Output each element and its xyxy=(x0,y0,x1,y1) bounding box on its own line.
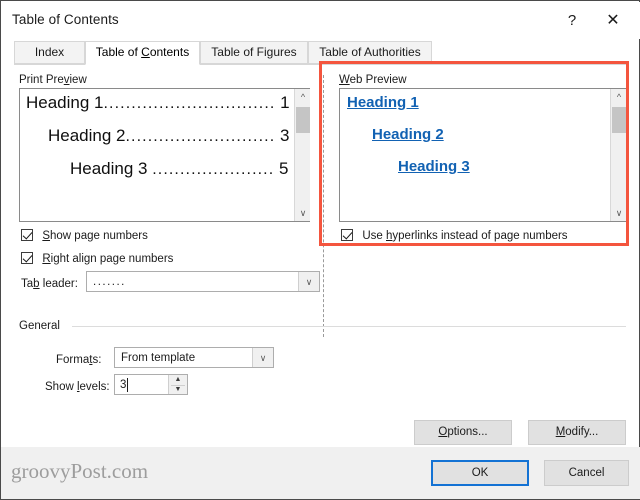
print-preview-label: Print Preview xyxy=(19,74,87,86)
options-button-label: Options... xyxy=(438,426,488,438)
tab-leader-select[interactable]: ....... ∨ xyxy=(86,271,320,292)
tab-leader-value: ....... xyxy=(93,276,126,288)
tab-strip: Index Table of Contents Table of Figures… xyxy=(14,41,628,65)
web-preview-link-2[interactable]: Heading 2 xyxy=(372,126,444,143)
modify-button-label: Modify... xyxy=(555,426,599,438)
checkbox-box[interactable] xyxy=(21,229,33,241)
web-preview-box: Heading 1 Heading 2 Heading 3 xyxy=(339,88,626,222)
web-preview-link-1[interactable]: Heading 1 xyxy=(347,94,419,111)
tab-table-of-contents[interactable]: Table of Contents xyxy=(85,41,200,65)
show-levels-stepper[interactable]: 3 ▲ ▼ xyxy=(114,374,188,395)
stepper-buttons[interactable]: ▲ ▼ xyxy=(168,375,187,394)
chevron-up-icon[interactable]: ^ xyxy=(295,89,311,105)
chevron-down-icon[interactable]: ∨ xyxy=(298,272,319,291)
print-preview-box: Heading 1...............................… xyxy=(19,88,310,222)
scrollbar-thumb[interactable] xyxy=(612,107,626,133)
right-align-page-numbers-label: Right align page numbers xyxy=(42,253,174,265)
show-levels-value: 3 xyxy=(120,379,127,391)
print-preview-line-1: Heading 1...............................… xyxy=(26,93,290,112)
show-page-numbers-checkbox[interactable]: Show page numbers xyxy=(21,228,148,242)
general-group-label: General xyxy=(19,320,60,332)
print-preview-scrollbar[interactable]: ^ ∨ xyxy=(294,89,310,221)
dialog-body: Print Preview Heading 1.................… xyxy=(14,65,628,448)
chevron-down-icon[interactable]: ∨ xyxy=(295,205,311,221)
tab-table-of-authorities[interactable]: Table of Authorities xyxy=(308,41,432,64)
title-bar: Table of Contents ? ✕ xyxy=(2,2,640,39)
ok-button[interactable]: OK xyxy=(431,460,529,486)
print-preview-line-2: Heading 2........................... 3 xyxy=(48,126,290,145)
options-button[interactable]: Options... xyxy=(414,420,512,445)
print-preview-line-3: Heading 3 ...................... 5 xyxy=(70,159,289,178)
right-align-page-numbers-checkbox[interactable]: Right align page numbers xyxy=(21,251,173,265)
spinner-down-icon[interactable]: ▼ xyxy=(169,385,187,395)
show-levels-label: Show levels: xyxy=(45,381,110,393)
use-hyperlinks-checkbox[interactable]: Use hyperlinks instead of page numbers xyxy=(341,228,568,242)
checkbox-box[interactable] xyxy=(21,252,33,264)
chevron-down-icon[interactable]: ∨ xyxy=(611,205,627,221)
formats-select[interactable]: From template ∨ xyxy=(114,347,274,368)
table-of-contents-dialog: Table of Contents ? ✕ Index Table of Con… xyxy=(0,0,640,500)
formats-value: From template xyxy=(121,352,196,364)
dialog-title: Table of Contents xyxy=(12,12,119,27)
close-icon[interactable]: ✕ xyxy=(598,8,628,34)
tab-leader-label: Tab leader: xyxy=(21,278,78,290)
show-page-numbers-label: Show page numbers xyxy=(42,230,148,242)
tab-index[interactable]: Index xyxy=(14,41,85,64)
watermark: groovyPost.com xyxy=(11,459,149,483)
cancel-button[interactable]: Cancel xyxy=(544,460,629,486)
ok-button-label: OK xyxy=(471,467,489,479)
help-icon[interactable]: ? xyxy=(557,8,587,34)
web-preview-scrollbar[interactable]: ^ ∨ xyxy=(610,89,626,221)
footer-bar: groovyPost.com OK Cancel xyxy=(1,447,640,499)
web-preview-link-3[interactable]: Heading 3 xyxy=(398,158,470,175)
general-group-separator xyxy=(72,326,626,327)
chevron-up-icon[interactable]: ^ xyxy=(611,89,627,105)
scrollbar-thumb[interactable] xyxy=(296,107,310,133)
web-preview-label: Web Preview xyxy=(339,74,407,86)
formats-label: Formats: xyxy=(56,354,102,366)
chevron-down-icon[interactable]: ∨ xyxy=(252,348,273,367)
cancel-button-label: Cancel xyxy=(568,467,605,479)
tab-table-of-figures[interactable]: Table of Figures xyxy=(200,41,308,64)
modify-button[interactable]: Modify... xyxy=(528,420,626,445)
panel-divider xyxy=(323,75,324,337)
checkbox-box[interactable] xyxy=(341,229,353,241)
spinner-up-icon[interactable]: ▲ xyxy=(169,375,187,385)
tab-table-of-contents-label: Table of Contents xyxy=(95,45,190,59)
text-caret xyxy=(127,378,128,392)
use-hyperlinks-label: Use hyperlinks instead of page numbers xyxy=(362,230,568,242)
